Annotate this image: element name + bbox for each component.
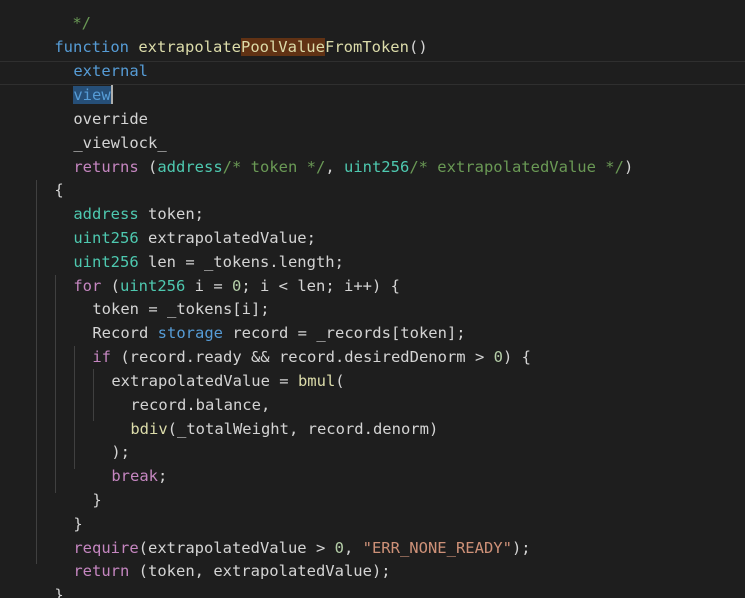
code-line-if[interactable]: if (record.ready && record.desiredDenorm… bbox=[55, 322, 531, 366]
code-line-record[interactable]: Record storage record = _records[token]; bbox=[55, 298, 465, 342]
code-line-bdiv[interactable]: bdiv(_totalWeight, record.denorm) bbox=[93, 394, 438, 438]
code-line-assign-token[interactable]: token = _tokens[i]; bbox=[55, 274, 269, 318]
punctuation-token: ) bbox=[623, 157, 634, 176]
comment-token: /* extrapolatedValue */ bbox=[409, 157, 624, 176]
code-line-external[interactable]: external bbox=[36, 36, 148, 80]
keyword-token: returns bbox=[73, 157, 139, 176]
code-line-decl-value[interactable]: uint256 extrapolatedValue; bbox=[36, 203, 316, 247]
code-line-balance[interactable]: record.balance, bbox=[93, 370, 270, 414]
code-line-close-paren[interactable]: ); bbox=[74, 417, 130, 461]
code-line-comment-end: */ bbox=[35, 0, 91, 32]
code-line-decl-len[interactable]: uint256 len = _tokens.length; bbox=[36, 227, 344, 271]
code-line-bmul[interactable]: extrapolatedValue = bmul( bbox=[74, 346, 344, 390]
code-line-returns[interactable]: returns (address/* token */, uint256/* e… bbox=[36, 132, 633, 176]
code-line-open-brace[interactable]: { bbox=[17, 155, 63, 199]
brace-token: } bbox=[54, 585, 64, 598]
code-line-override[interactable]: override bbox=[36, 84, 148, 128]
type-token: address bbox=[157, 157, 223, 176]
number-token: 0 bbox=[493, 347, 503, 366]
code-line-function[interactable]: function extrapolatePoolValueFromToken() bbox=[17, 12, 428, 56]
keyword-token: return bbox=[73, 561, 130, 580]
punctuation-token: ; bbox=[158, 466, 168, 485]
punctuation-token: ( bbox=[335, 371, 345, 390]
function-name-token: extrapolate bbox=[138, 37, 241, 56]
code-line-view[interactable]: view bbox=[36, 60, 113, 104]
code-line-viewlock[interactable]: _viewlock_ bbox=[36, 108, 166, 152]
punctuation-token: ); bbox=[511, 538, 531, 557]
code-line-decl-token[interactable]: address token; bbox=[36, 179, 204, 223]
code-line-return[interactable]: return (token, extrapolatedValue); bbox=[36, 536, 390, 580]
keyword-token: break bbox=[111, 466, 158, 485]
brace-token: } bbox=[92, 490, 102, 509]
code-line-for[interactable]: for (uint256 i = 0; i < len; i++) { bbox=[36, 251, 400, 295]
punctuation-token: ( bbox=[138, 157, 158, 176]
function-call-token: bmul bbox=[297, 371, 336, 390]
function-call-token: bdiv bbox=[130, 419, 168, 438]
code-line-require[interactable]: require(extrapolatedValue > 0, "ERR_NONE… bbox=[36, 513, 530, 557]
type-token: uint256 bbox=[343, 157, 410, 176]
code-line-close-for[interactable]: } bbox=[36, 489, 82, 533]
punctuation-token: , bbox=[325, 157, 344, 176]
find-match-highlight: PoolValue bbox=[240, 37, 325, 56]
function-name-token: FromToken bbox=[324, 37, 409, 56]
code-editor[interactable]: */ function extrapolatePoolValueFromToke… bbox=[0, 0, 745, 598]
code-line-break[interactable]: break; bbox=[74, 441, 167, 485]
code-line-close-brace[interactable]: } bbox=[17, 560, 63, 598]
code-line-close-if[interactable]: } bbox=[55, 465, 101, 509]
comment-token: /* token */ bbox=[222, 157, 326, 176]
punctuation-token: ) { bbox=[502, 347, 531, 366]
punctuation-token: () bbox=[408, 37, 428, 56]
expression-token: (token, extrapolatedValue); bbox=[129, 561, 391, 580]
expression-token: (_totalWeight, record.denorm) bbox=[167, 419, 439, 438]
